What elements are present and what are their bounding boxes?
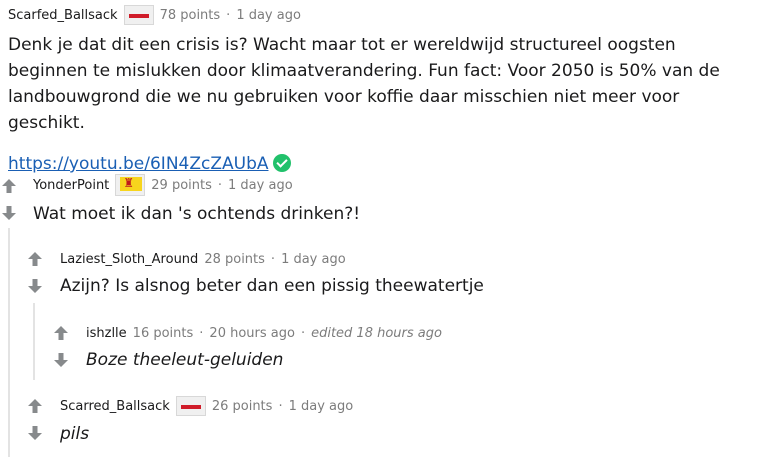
comment-author[interactable]: Scarfed_Ballsack (8, 8, 118, 23)
upvote-arrow-icon[interactable] (26, 250, 44, 268)
comment-time[interactable]: 1 day ago (228, 178, 293, 193)
separator: · (226, 7, 231, 23)
downvote-arrow-icon[interactable] (26, 277, 44, 295)
comment-author[interactable]: Scarred_Ballsack (60, 399, 170, 414)
comment-author[interactable]: ishzlle (86, 326, 127, 341)
comment-header: Scarfed_Ballsack 78 points · 1 day ago (8, 5, 748, 25)
edited-note: edited 18 hours ago (311, 325, 442, 341)
comment-time[interactable]: 1 day ago (236, 8, 301, 23)
comment-points: 16 points (132, 325, 194, 341)
comment: Scarred_Ballsack 26 points · 1 day ago p… (60, 395, 740, 447)
comment-points: 78 points (159, 7, 221, 23)
comment: ishzlle 16 points · 20 hours ago · edite… (86, 323, 746, 373)
comment: YonderPoint ♜ 29 points · 1 day ago Wat … (33, 173, 733, 227)
downvote-arrow-icon[interactable] (0, 204, 18, 222)
comment-time[interactable]: 20 hours ago (209, 326, 295, 341)
comment-body: Boze theeleut-geluiden (86, 350, 284, 370)
comment-author[interactable]: YonderPoint (33, 178, 109, 193)
comment-header: Laziest_Sloth_Around 28 points · 1 day a… (60, 249, 740, 269)
separator: · (270, 251, 276, 267)
youtube-link[interactable]: https://youtu.be/6IN4ZcZAUbA (8, 154, 269, 174)
comment-time[interactable]: 1 day ago (281, 252, 346, 267)
separator: · (199, 325, 204, 341)
separator: · (217, 177, 223, 193)
separator: · (300, 325, 306, 341)
comment: Scarfed_Ballsack 78 points · 1 day ago D… (8, 5, 748, 174)
comment-header: YonderPoint ♜ 29 points · 1 day ago (33, 173, 733, 197)
comment-body: pils (60, 424, 90, 444)
upvote-arrow-icon[interactable] (0, 177, 18, 195)
flair-icon: ♜ (115, 174, 146, 196)
comment-body: Azijn? Is alsnog beter dan een pissig th… (60, 276, 484, 296)
flair-icon (123, 5, 154, 25)
comment-body: Wat moet ik dan 's ochtends drinken?! (33, 204, 361, 224)
comment-author[interactable]: Laziest_Sloth_Around (60, 252, 198, 267)
comment-header: Scarred_Ballsack 26 points · 1 day ago (60, 395, 740, 417)
downvote-arrow-icon[interactable] (26, 424, 44, 442)
comment-points: 26 points (211, 398, 273, 414)
comment-points: 28 points (204, 251, 265, 267)
comment-header: ishzlle 16 points · 20 hours ago · edite… (86, 323, 746, 343)
verified-check-icon (272, 154, 291, 172)
upvote-arrow-icon[interactable] (52, 324, 70, 342)
downvote-arrow-icon[interactable] (52, 351, 70, 369)
thread-line[interactable] (33, 303, 35, 380)
flair-icon (175, 396, 206, 416)
comment-time[interactable]: 1 day ago (289, 399, 354, 414)
comment-points: 29 points (151, 177, 212, 193)
upvote-arrow-icon[interactable] (26, 397, 44, 415)
comment-link-row: https://youtu.be/6IN4ZcZAUbA (8, 154, 748, 174)
comment: Laziest_Sloth_Around 28 points · 1 day a… (60, 249, 740, 299)
thread-line[interactable] (8, 228, 10, 457)
comment-body: Denk je dat dit een crisis is? Wacht maa… (8, 35, 720, 133)
separator: · (278, 398, 283, 414)
